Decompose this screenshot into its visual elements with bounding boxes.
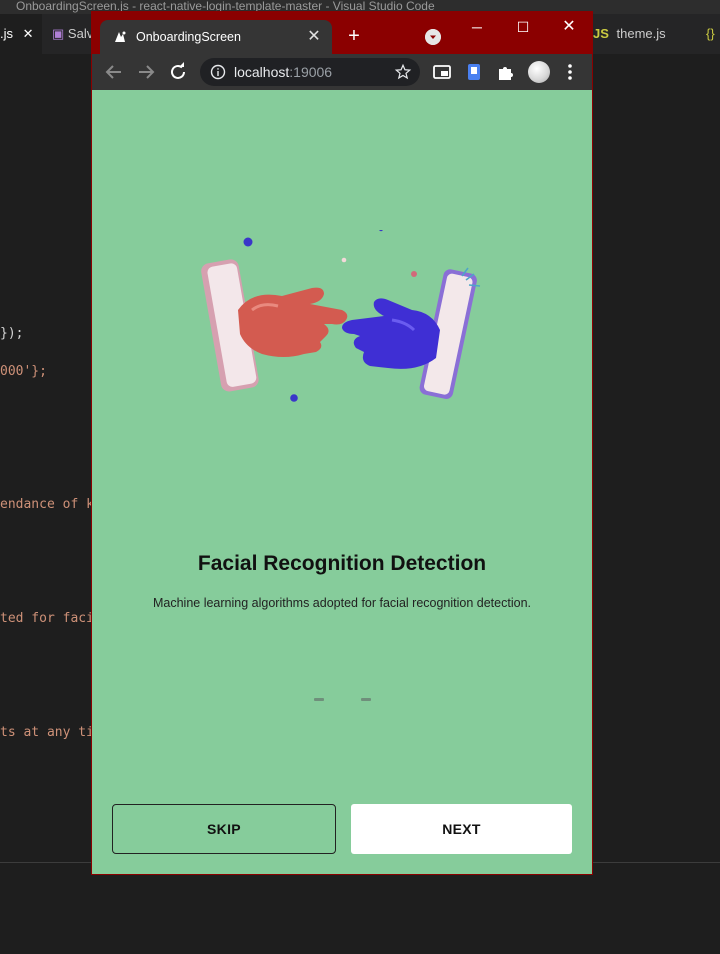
browser-tab-strip: OnboardingScreen ✕ + ─ ☐ ✕: [92, 12, 592, 54]
json-file-icon: {}: [706, 26, 715, 41]
browser-tab[interactable]: OnboardingScreen ✕: [100, 20, 332, 54]
browser-tab-title: OnboardingScreen: [136, 30, 241, 44]
close-icon[interactable]: ✕: [23, 26, 34, 41]
vscode-tab-label: .js: [0, 26, 13, 41]
vscode-tab-salv[interactable]: ▣ Salv: [52, 14, 94, 54]
info-icon[interactable]: [210, 64, 226, 80]
image-icon: ▣: [52, 26, 65, 41]
close-icon[interactable]: ✕: [304, 27, 324, 47]
new-tab-button[interactable]: +: [342, 24, 366, 48]
back-arrow-icon[interactable]: [102, 60, 126, 84]
bookmark-star-icon[interactable]: [394, 63, 412, 81]
url-port: :19006: [289, 64, 333, 80]
minimize-icon[interactable]: ─: [454, 12, 500, 42]
expo-favicon-icon: [115, 31, 126, 42]
pagination-dot[interactable]: [361, 698, 371, 701]
url-host: localhost: [234, 64, 290, 80]
address-bar[interactable]: localhost:19006: [200, 58, 420, 86]
handshake-phones-illustration: [201, 230, 481, 402]
menu-kebab-icon[interactable]: [558, 60, 582, 84]
vscode-tab-label: Salv: [67, 26, 94, 41]
code-line: });: [0, 326, 24, 341]
reload-icon[interactable]: [166, 60, 190, 84]
code-line: endance of k: [0, 497, 94, 512]
url-text: localhost:19006: [234, 58, 332, 86]
extensions-puzzle-icon[interactable]: [494, 60, 518, 84]
profile-avatar[interactable]: [528, 61, 550, 83]
code-line: ted for faci: [0, 611, 94, 626]
skip-button[interactable]: SKIP: [112, 804, 336, 854]
extension-bookmark-icon[interactable]: [462, 60, 486, 84]
code-line: 000'};: [0, 364, 47, 379]
vscode-tab-json[interactable]: {}: [706, 14, 720, 54]
onboarding-title: Facial Recognition Detection: [197, 552, 487, 575]
onboarding-description: Machine learning algorithms adopted for …: [152, 596, 531, 610]
code-line: ts at any ti: [0, 725, 94, 740]
browser-toolbar: localhost:19006: [92, 54, 592, 90]
js-file-icon: JS: [593, 26, 609, 41]
vscode-tab-js[interactable]: .js ✕: [0, 14, 42, 54]
vscode-tab-label: theme.js: [616, 26, 666, 41]
picture-in-picture-icon[interactable]: [430, 60, 454, 84]
next-button[interactable]: NEXT: [351, 804, 572, 854]
tab-search-icon[interactable]: [425, 29, 441, 45]
maximize-icon[interactable]: ☐: [500, 12, 546, 42]
pagination-dot[interactable]: [314, 698, 324, 701]
forward-arrow-icon[interactable]: [134, 60, 158, 84]
onboarding-screen: Facial Recognition Detection Machine lea…: [92, 90, 592, 874]
vscode-tab-theme[interactable]: JS theme.js: [593, 14, 693, 54]
window-close-icon[interactable]: ✕: [546, 12, 592, 42]
browser-window: OnboardingScreen ✕ + ─ ☐ ✕ localhost:190…: [91, 11, 593, 875]
